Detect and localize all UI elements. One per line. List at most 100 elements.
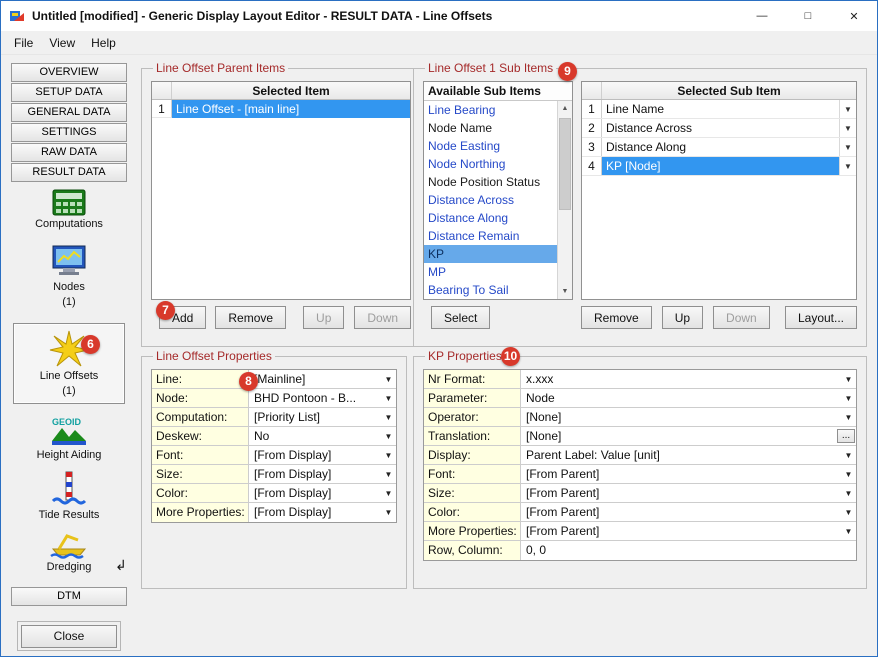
chevron-down-icon[interactable] [839,138,856,156]
chevron-down-icon[interactable] [841,389,856,407]
scrollbar-thumb[interactable] [559,118,571,210]
kp-more-properties-dropdown[interactable]: [From Parent] [521,522,841,540]
sidebar-item-settings[interactable]: SETTINGS [11,123,127,142]
ellipsis-button[interactable]: ... [837,429,855,443]
computation-dropdown[interactable]: [Priority List] [249,408,381,426]
layout-button[interactable]: Layout... [785,306,857,329]
down-button[interactable]: Down [354,306,411,329]
sidebar-item-raw-data[interactable]: RAW DATA [11,143,127,162]
sub-item-label[interactable]: Distance Along [602,138,839,156]
list-item[interactable]: Node Northing [424,155,557,173]
down-sub-button[interactable]: Down [713,306,770,329]
table-row[interactable]: 3 Distance Along [582,138,856,157]
menu-help[interactable]: Help [83,33,124,53]
scrollbar-track[interactable] [558,116,572,284]
chevron-down-icon[interactable] [381,484,396,502]
chevron-down-icon[interactable] [841,370,856,388]
sidebar-item-overview[interactable]: OVERVIEW [11,63,127,82]
chevron-down-icon[interactable] [841,446,856,464]
node-dropdown[interactable]: BHD Pontoon - B... [249,389,381,407]
remove-button[interactable]: Remove [215,306,286,329]
select-button[interactable]: Select [431,306,490,329]
up-sub-button[interactable]: Up [662,306,703,329]
property-row: Node: BHD Pontoon - B... [152,389,396,408]
menu-file[interactable]: File [6,33,41,53]
list-item[interactable]: Bearing To Sail [424,281,557,299]
display-dropdown[interactable]: Parent Label: Value [unit] [521,446,841,464]
list-item[interactable]: Node Name [424,119,557,137]
property-label: Computation: [152,408,249,426]
sub-item-label[interactable]: Distance Across [602,119,839,137]
color-dropdown[interactable]: [From Display] [249,484,381,502]
sidebar-item-line-offsets[interactable]: Line Offsets (1) [13,323,125,404]
sidebar-item-setup-data[interactable]: SETUP DATA [11,83,127,102]
available-sub-items-list: Available Sub Items Line Bearing Node Na… [423,81,573,300]
chevron-down-icon[interactable] [381,389,396,407]
scroll-up-icon[interactable] [558,101,572,116]
remove-sub-button[interactable]: Remove [581,306,652,329]
sub-item-label[interactable]: Line Name [602,100,839,118]
font-dropdown[interactable]: [From Display] [249,446,381,464]
chevron-down-icon[interactable] [381,427,396,445]
kp-font-dropdown[interactable]: [From Parent] [521,465,841,483]
table-row[interactable]: 1 Line Offset - [main line] [152,100,410,118]
chevron-down-icon[interactable] [381,370,396,388]
scroll-down-icon[interactable] [558,284,572,299]
property-row: Font: [From Parent] [424,465,856,484]
property-label: Line: [152,370,249,388]
chevron-down-icon[interactable] [841,408,856,426]
sub-item-label[interactable]: KP [Node] [602,157,839,175]
kp-size-dropdown[interactable]: [From Parent] [521,484,841,502]
chevron-down-icon[interactable] [841,465,856,483]
sidebar-item-nodes[interactable]: Nodes (1) [11,245,127,309]
deskew-dropdown[interactable]: No [249,427,381,445]
sidebar-item-result-data[interactable]: RESULT DATA [11,163,127,182]
chevron-down-icon[interactable] [841,522,856,540]
up-button[interactable]: Up [303,306,344,329]
parent-item-label[interactable]: Line Offset - [main line] [172,100,410,118]
operator-dropdown[interactable]: [None] [521,408,841,426]
sidebar-item-tide-results[interactable]: Tide Results [11,471,127,522]
size-dropdown[interactable]: [From Display] [249,465,381,483]
chevron-down-icon[interactable] [841,484,856,502]
chevron-down-icon[interactable] [381,446,396,464]
sidebar-item-general-data[interactable]: GENERAL DATA [11,103,127,122]
menu-view[interactable]: View [41,33,83,53]
parameter-dropdown[interactable]: Node [521,389,841,407]
tool-label: Tide Results [39,509,100,522]
line-dropdown[interactable]: [Mainline] [249,370,381,388]
translation-field[interactable]: [None] [521,427,836,445]
list-item[interactable]: Distance Across [424,191,557,209]
list-item[interactable]: Node Position Status [424,173,557,191]
sidebar-item-dtm[interactable]: DTM [11,587,127,606]
chevron-down-icon[interactable] [839,157,856,175]
kp-color-dropdown[interactable]: [From Parent] [521,503,841,521]
list-item-selected[interactable]: KP [424,245,557,263]
maximize-button[interactable]: □ [785,1,831,31]
more-properties-dropdown[interactable]: [From Display] [249,503,381,522]
table-row[interactable]: 1 Line Name [582,100,856,119]
table-row[interactable]: 2 Distance Across [582,119,856,138]
nr-format-dropdown[interactable]: x.xxx [521,370,841,388]
minimize-button[interactable]: — [739,1,785,31]
chevron-down-icon[interactable] [839,100,856,118]
chevron-down-icon[interactable] [841,503,856,521]
close-window-button[interactable]: ✕ [831,1,877,31]
list-item[interactable]: MP [424,263,557,281]
list-item[interactable]: Distance Along [424,209,557,227]
sidebar-item-computations[interactable]: Computations [11,189,127,231]
chevron-down-icon[interactable] [381,408,396,426]
sidebar-item-dredging[interactable]: Dredging [11,529,127,574]
property-label: More Properties: [424,522,521,540]
chevron-down-icon[interactable] [381,503,396,522]
close-button[interactable]: Close [21,625,117,648]
sidebar-item-height-aiding[interactable]: GEOID Height Aiding [11,415,127,462]
scrollbar[interactable] [557,101,572,299]
kp-properties-group: KP Properties Nr Format: x.xxx Parameter… [413,349,867,589]
list-item[interactable]: Node Easting [424,137,557,155]
chevron-down-icon[interactable] [839,119,856,137]
chevron-down-icon[interactable] [381,465,396,483]
list-item[interactable]: Line Bearing [424,101,557,119]
table-row-selected[interactable]: 4 KP [Node] [582,157,856,176]
list-item[interactable]: Distance Remain [424,227,557,245]
